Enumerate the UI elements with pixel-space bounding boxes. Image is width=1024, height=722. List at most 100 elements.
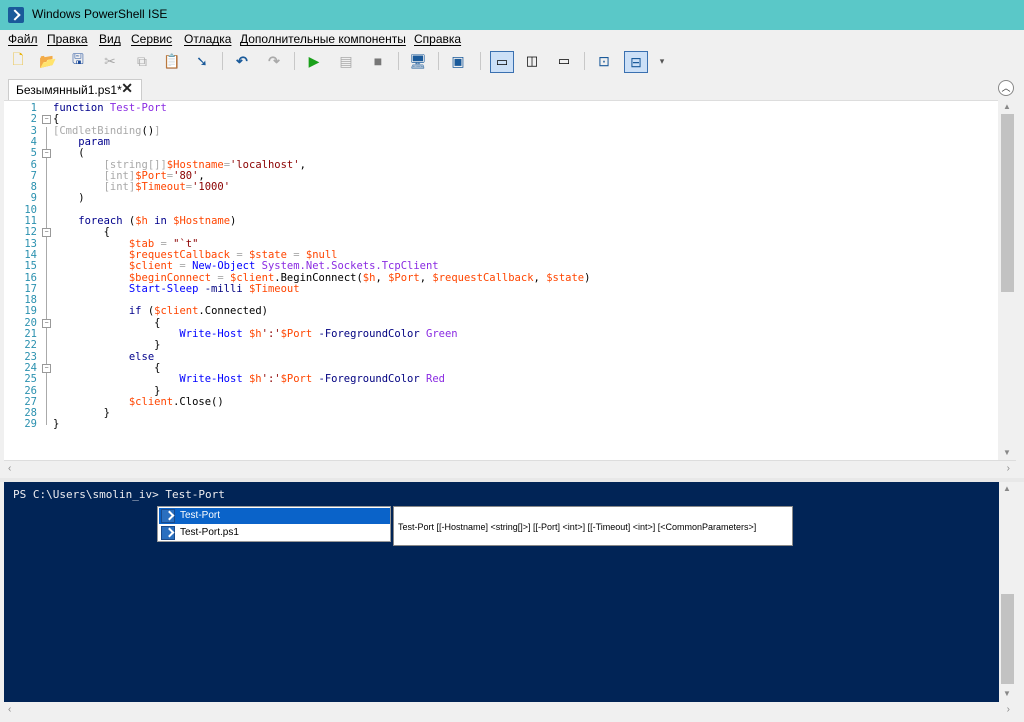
code-token: Write-Host bbox=[53, 373, 249, 386]
code-token: $h bbox=[248, 373, 262, 386]
scroll-right-icon[interactable]: › bbox=[1007, 704, 1010, 715]
code-line: if ($client.Connected) bbox=[53, 305, 268, 317]
new-file-icon[interactable]: 🗋 bbox=[8, 51, 28, 71]
scroll-down-icon[interactable]: ▼ bbox=[1003, 448, 1011, 457]
line-number: 13 bbox=[24, 237, 37, 250]
scroll-up-icon[interactable]: ▲ bbox=[1003, 484, 1011, 493]
fold-toggle-icon[interactable]: − bbox=[42, 228, 51, 238]
scrollbar-thumb[interactable] bbox=[1001, 114, 1014, 292]
line-number: 3 bbox=[30, 124, 37, 137]
code-token: $Timeout bbox=[248, 282, 300, 295]
toolbar-separator bbox=[480, 52, 481, 70]
toolbar-separator bbox=[294, 52, 295, 70]
fold-guide bbox=[46, 375, 47, 392]
scroll-left-icon[interactable]: ‹ bbox=[8, 463, 11, 474]
line-number: 9 bbox=[30, 192, 37, 205]
script-editor[interactable]: 1 function Test-Port 2−{3 [CmdletBinding()]… bbox=[4, 100, 998, 461]
menu-bar: Файл Правка Вид Сервис Отладка Дополните… bbox=[0, 30, 1024, 48]
copy-icon[interactable]: ⧉ bbox=[132, 51, 152, 71]
toolbar-separator bbox=[222, 52, 223, 70]
run-selection-icon[interactable]: ▤ bbox=[336, 51, 356, 71]
new-remote-tab-icon[interactable]: 🖥 bbox=[408, 51, 428, 71]
overflow-icon[interactable]: ▾ bbox=[652, 51, 672, 71]
editor-vertical-scrollbar[interactable]: ▲ ▼ bbox=[999, 100, 1016, 460]
code-token: ( bbox=[53, 147, 85, 160]
run-script-icon[interactable]: ▶ bbox=[304, 51, 324, 71]
menu-view[interactable]: Вид bbox=[99, 32, 121, 46]
clear-console-icon[interactable]: ➘ bbox=[192, 51, 212, 71]
fold-toggle-icon[interactable]: − bbox=[42, 115, 51, 125]
show-command-addon-icon[interactable]: ⊟ bbox=[624, 51, 648, 73]
console-vertical-scrollbar[interactable]: ▲ ▼ bbox=[999, 482, 1016, 702]
close-icon[interactable]: ✕ bbox=[121, 80, 133, 97]
scroll-down-icon[interactable]: ▼ bbox=[1003, 689, 1011, 698]
autocomplete-item[interactable]: Test-Port.ps1 bbox=[159, 525, 390, 541]
code-line: [int]$Timeout='1000' bbox=[53, 181, 230, 193]
save-icon[interactable]: 🖫 bbox=[68, 51, 88, 71]
code-token: { bbox=[53, 113, 60, 126]
tab-script[interactable]: Безымянный1.ps1* ✕ bbox=[8, 79, 142, 100]
code-token: $state bbox=[546, 271, 585, 284]
code-token: , bbox=[299, 158, 306, 171]
code-line: $tab = "`t" bbox=[53, 237, 199, 250]
fold-toggle-icon[interactable]: − bbox=[42, 149, 51, 159]
code-token: Red bbox=[426, 373, 445, 386]
paste-icon[interactable]: 📋 bbox=[162, 51, 182, 71]
line-number: 23 bbox=[24, 350, 37, 363]
editor-horizontal-scrollbar[interactable]: ‹ › bbox=[4, 460, 1016, 478]
line-number: 18 bbox=[24, 294, 37, 307]
autocomplete-list[interactable]: Test-Port Test-Port.ps1 bbox=[157, 506, 391, 542]
line-number: 28 bbox=[24, 407, 37, 420]
menu-file[interactable]: Файл bbox=[8, 32, 38, 46]
code-token: = bbox=[154, 237, 174, 250]
code-token: $Port bbox=[135, 169, 167, 182]
code-token: [int] bbox=[53, 169, 136, 182]
code-token: { bbox=[53, 316, 161, 329]
scroll-right-icon[interactable]: › bbox=[1007, 463, 1010, 474]
fold-toggle-icon[interactable]: − bbox=[42, 318, 51, 328]
menu-debug[interactable]: Отладка bbox=[184, 32, 231, 46]
code-token: { bbox=[53, 361, 161, 374]
code-token: $client bbox=[53, 395, 174, 408]
code-line: } bbox=[53, 418, 59, 430]
undo-icon[interactable]: ↶ bbox=[232, 51, 252, 71]
menu-tools[interactable]: Сервис bbox=[131, 32, 172, 46]
menu-addons[interactable]: Дополнительные компоненты bbox=[240, 32, 406, 46]
console-horizontal-scrollbar[interactable]: ‹ › bbox=[4, 702, 1016, 719]
code-line: foreach ($h in $Hostname) bbox=[53, 215, 236, 227]
line-number: 17 bbox=[24, 282, 37, 295]
scroll-left-icon[interactable]: ‹ bbox=[8, 704, 11, 715]
scroll-up-icon[interactable]: ▲ bbox=[1003, 102, 1011, 111]
redo-icon[interactable]: ↷ bbox=[264, 51, 284, 71]
console-prompt: PS C:\Users\smolin_iv> Test-Port bbox=[13, 488, 225, 501]
line-number: 27 bbox=[24, 395, 37, 408]
code-token: ) bbox=[230, 215, 237, 227]
start-powershell-icon[interactable]: ▣ bbox=[448, 51, 468, 71]
autocomplete-item[interactable]: Test-Port bbox=[159, 508, 390, 524]
line-number: 19 bbox=[24, 305, 37, 318]
collapse-script-pane-icon[interactable]: ︿ bbox=[998, 80, 1014, 96]
stop-icon[interactable]: ■ bbox=[368, 51, 388, 71]
code-token: , bbox=[375, 271, 389, 284]
code-token: $Timeout bbox=[135, 181, 186, 194]
fold-toggle-icon[interactable]: − bbox=[42, 363, 51, 373]
toolbar-separator bbox=[438, 52, 439, 70]
show-command-window-icon[interactable]: ⊡ bbox=[594, 51, 614, 71]
show-script-right-icon[interactable]: ◫ bbox=[522, 51, 542, 71]
show-script-top-icon[interactable]: ▭ bbox=[490, 51, 514, 73]
code-line: ) bbox=[53, 192, 84, 204]
scrollbar-thumb[interactable] bbox=[1001, 594, 1014, 684]
code-token: ':' bbox=[261, 373, 281, 386]
code-token: -ForegroundColor bbox=[312, 328, 426, 340]
code-line: $beginConnect = $client.BeginConnect($h,… bbox=[53, 271, 591, 284]
fold-guide bbox=[46, 160, 47, 200]
line-number: 7 bbox=[30, 169, 37, 182]
code-token: , bbox=[419, 271, 433, 284]
open-folder-icon[interactable]: 📂 bbox=[38, 51, 58, 71]
menu-help[interactable]: Справка bbox=[414, 32, 461, 46]
code-token: $h bbox=[248, 328, 262, 340]
show-script-maximized-icon[interactable]: ▭ bbox=[554, 51, 574, 71]
code-token: $client bbox=[53, 260, 174, 273]
cut-icon[interactable]: ✂ bbox=[100, 51, 120, 71]
menu-edit[interactable]: Правка bbox=[47, 32, 88, 46]
